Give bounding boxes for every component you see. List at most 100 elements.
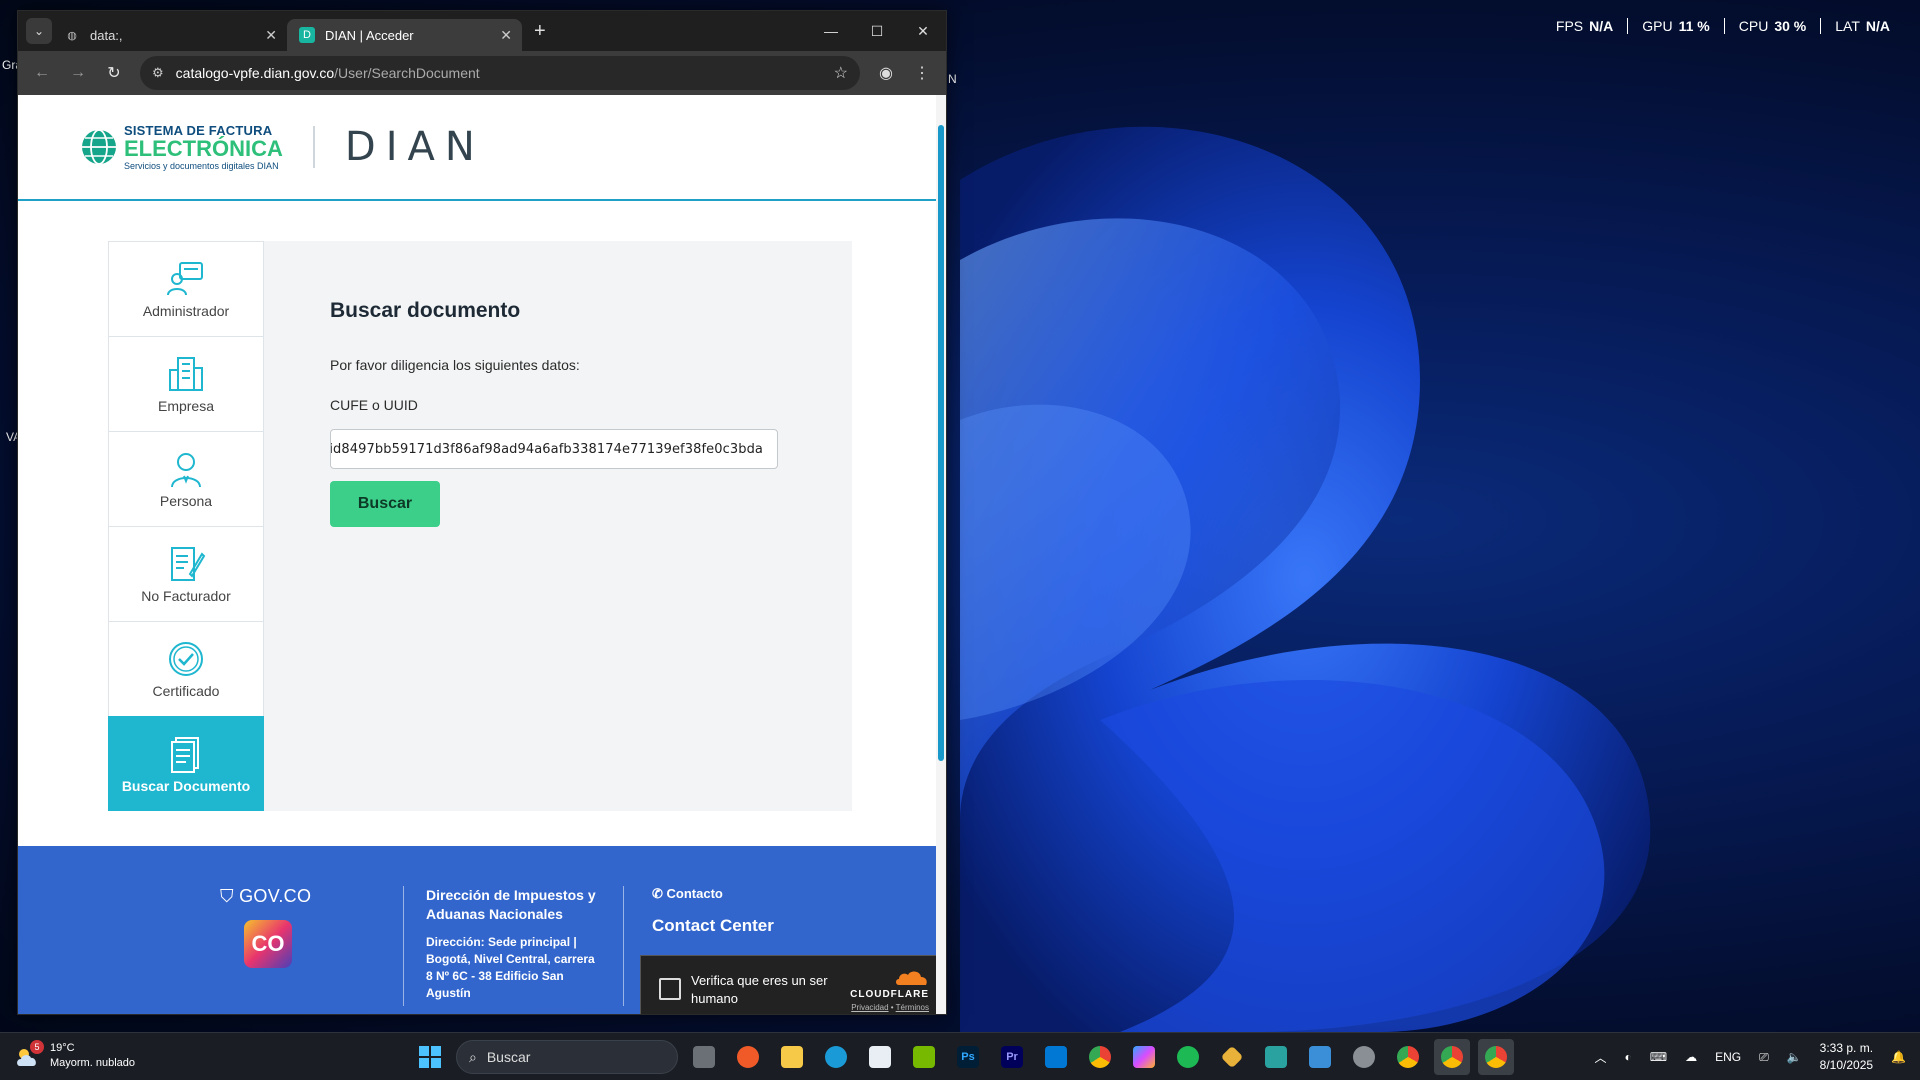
fps-value: N/A <box>1589 18 1614 34</box>
git-app-icon[interactable] <box>1214 1039 1250 1075</box>
back-icon[interactable]: ← <box>26 57 58 89</box>
turnstile-text: Verifica que eres un ser humano <box>691 973 828 1006</box>
colombia-logo[interactable]: CO <box>244 920 292 968</box>
gpu-value: 11 % <box>1678 18 1710 34</box>
gpu-label: GPU <box>1642 18 1673 34</box>
cufe-input[interactable]: id8497bb59171d3f86af98ad94a6afb338174e77… <box>330 429 778 469</box>
forward-icon[interactable]: → <box>62 57 94 89</box>
clock[interactable]: 3:33 p. m. 8/10/2025 <box>1820 1040 1873 1074</box>
sidebar-item-label: Certificado <box>152 683 220 699</box>
compass-app-icon[interactable] <box>730 1039 766 1075</box>
turnstile-links: Privacidad • Términos <box>850 1003 929 1012</box>
cloud-icon: 5 <box>14 1040 44 1070</box>
cloudflare-cloud-icon <box>896 971 927 985</box>
network-icon[interactable]: ⎚ <box>1759 1050 1769 1065</box>
reload-icon[interactable]: ↻ <box>98 57 130 89</box>
certificate-check-icon <box>169 642 203 676</box>
new-tab-button[interactable]: + <box>534 20 546 43</box>
chrome-profile-icon[interactable] <box>1390 1039 1426 1075</box>
notepad-icon[interactable] <box>1302 1039 1338 1075</box>
sidebar-item-administrador[interactable]: Administrador <box>108 241 264 336</box>
header-divider <box>312 126 315 168</box>
sidebar-item-label: Buscar Documento <box>121 777 251 794</box>
intro-text: Por favor diligencia los siguientes dato… <box>330 357 580 373</box>
cloud-offline-icon[interactable]: ☁ <box>1685 1050 1697 1064</box>
tab-search-button[interactable]: ⌄ <box>26 18 52 44</box>
volume-icon[interactable]: 🔈 <box>1787 1050 1802 1064</box>
sidebar-item-persona[interactable]: Persona <box>108 431 264 526</box>
browser-window: ⌄ ◍ data:, ✕ D DIAN | Acceder ✕ + — ☐ ✕ … <box>17 10 947 1015</box>
start-button[interactable] <box>412 1039 448 1075</box>
site-header: SISTEMA DE FACTURA ELECTRÓNICA Servicios… <box>18 95 946 201</box>
buscar-button[interactable]: Buscar <box>330 481 440 527</box>
human-verification-checkbox[interactable] <box>659 978 681 1000</box>
chrome-icon[interactable] <box>1082 1039 1118 1075</box>
cloudflare-branding: CLOUDFLARE Privacidad • Términos <box>850 968 929 1012</box>
tab-data[interactable]: ◍ data:, ✕ <box>52 19 287 51</box>
contact-center-title: Contact Center <box>652 916 774 935</box>
vscode-icon[interactable] <box>1038 1039 1074 1075</box>
premiere-icon[interactable]: Pr <box>994 1039 1030 1075</box>
edge-icon[interactable] <box>818 1039 854 1075</box>
tab-strip: ⌄ ◍ data:, ✕ D DIAN | Acceder ✕ + — ☐ ✕ <box>18 11 946 51</box>
tab-dian[interactable]: D DIAN | Acceder ✕ <box>287 19 522 51</box>
bookmark-star-icon[interactable]: ☆ <box>834 63 848 83</box>
terms-link[interactable]: Términos <box>896 1003 929 1012</box>
privacy-link[interactable]: Privacidad <box>851 1003 888 1012</box>
clock-time: 3:33 p. m. <box>1819 1041 1874 1055</box>
photoshop-icon[interactable]: Ps <box>950 1039 986 1075</box>
sfe-logo-line2: ELECTRÓNICA <box>124 135 283 161</box>
store-icon[interactable] <box>862 1039 898 1075</box>
sidebar-item-buscar-documento[interactable]: Buscar Documento <box>108 716 273 811</box>
file-explorer-icon[interactable] <box>774 1039 810 1075</box>
windows-icon <box>419 1046 441 1068</box>
page-title: Buscar documento <box>330 299 521 322</box>
chevron-up-icon[interactable]: ︿ <box>1594 1049 1606 1066</box>
dian-logo[interactable]: DIAN <box>345 124 485 170</box>
page-scrollbar[interactable] <box>936 95 946 1014</box>
task-view-icon[interactable] <box>686 1039 722 1075</box>
sfe-logo-line1: SISTEMA DE FACTURA <box>124 124 283 137</box>
chrome-running-icon[interactable] <box>1478 1039 1514 1075</box>
taskbar-apps: ⌕ Buscar Ps Pr <box>412 1039 1514 1075</box>
search-placeholder: Buscar <box>486 1049 531 1065</box>
language-indicator[interactable]: ENG <box>1715 1050 1741 1064</box>
page-viewport: SISTEMA DE FACTURA ELECTRÓNICA Servicios… <box>18 95 946 1014</box>
footer-org-name: Dirección de Impuestos y Aduanas Naciona… <box>426 887 596 922</box>
close-window-icon[interactable]: ✕ <box>900 11 946 51</box>
close-icon[interactable]: ✕ <box>265 27 277 44</box>
visual-studio-icon[interactable] <box>1258 1039 1294 1075</box>
minimize-icon[interactable]: — <box>808 11 854 51</box>
govco-logo[interactable]: ⛉ GOV.CO <box>220 886 311 907</box>
chrome-running-icon[interactable] <box>1434 1039 1470 1075</box>
cpu-readout: CPU 30 % <box>1723 18 1820 34</box>
cloudflare-turnstile-widget: Verifica que eres un ser humano CLOUDFLA… <box>640 955 944 1014</box>
copilot-icon[interactable] <box>1126 1039 1162 1075</box>
sidebar-item-empresa[interactable]: Empresa <box>108 336 264 431</box>
keyboard-icon[interactable]: ⌨ <box>1650 1050 1667 1064</box>
scrollbar-thumb[interactable] <box>938 125 944 761</box>
links-separator: • <box>888 1003 896 1012</box>
site-info-icon[interactable]: ⚙ <box>152 65 164 81</box>
sfe-logo[interactable]: SISTEMA DE FACTURA ELECTRÓNICA Servicios… <box>80 124 283 171</box>
weather-widget[interactable]: 5 19°C Mayorm. nublado <box>14 1040 135 1071</box>
maximize-icon[interactable]: ☐ <box>854 11 900 51</box>
menu-kebab-icon[interactable]: ⋮ <box>906 63 938 83</box>
settings-icon[interactable] <box>1346 1039 1382 1075</box>
tab-title: data:, <box>90 27 123 43</box>
sidebar-item-certificado[interactable]: Certificado <box>108 621 264 716</box>
close-icon[interactable]: ✕ <box>500 27 512 44</box>
profile-icon[interactable]: ◉ <box>870 63 902 83</box>
tray-app-icon[interactable]: ◐ <box>1625 1050 1632 1064</box>
spotify-icon[interactable] <box>1170 1039 1206 1075</box>
nvidia-icon[interactable] <box>906 1039 942 1075</box>
sidebar-item-no-facturador[interactable]: No Facturador <box>108 526 264 621</box>
address-bar[interactable]: ⚙ catalogo-vpfe.dian.gov.co /User/Search… <box>140 56 860 90</box>
url-host: catalogo-vpfe.dian.gov.co <box>175 65 335 81</box>
gpu-readout: GPU 11 % <box>1627 18 1723 34</box>
search-panel: Buscar documento Por favor diligencia lo… <box>264 241 852 811</box>
taskbar-search[interactable]: ⌕ Buscar <box>456 1040 678 1074</box>
notification-icon[interactable]: 🔔 <box>1891 1050 1906 1064</box>
search-icon: ⌕ <box>469 1048 477 1065</box>
system-tray: ︿ ◐ ⌨ ☁ ENG ⎚ 🔈 3:33 p. m. 8/10/2025 🔔 <box>1594 1033 1906 1080</box>
